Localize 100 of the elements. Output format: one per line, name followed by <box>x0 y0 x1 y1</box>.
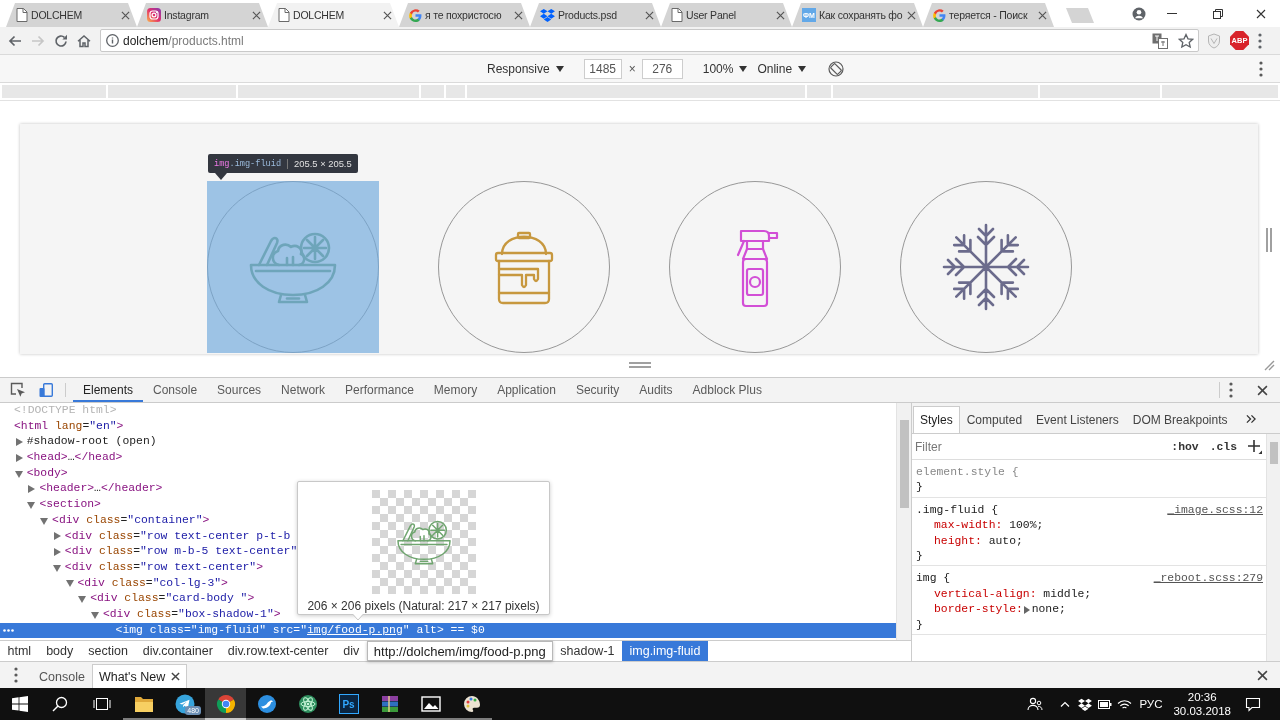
reload-icon[interactable] <box>53 32 69 49</box>
disclosure-triangle-icon[interactable] <box>14 438 23 447</box>
devtools-tab[interactable]: Sources <box>207 378 272 402</box>
height-field[interactable]: 276 <box>641 58 683 79</box>
sidebar-tab[interactable]: DOM Breakpoints <box>1125 406 1235 433</box>
more-options-icon[interactable] <box>14 667 18 683</box>
devtools-tab[interactable]: Adblock Plus <box>682 378 772 402</box>
sidebar-tab[interactable]: Styles <box>913 406 960 433</box>
devtools-tab[interactable]: Security <box>565 378 630 402</box>
resize-handle[interactable] <box>629 362 651 368</box>
devtools-tab[interactable]: Application <box>487 378 566 402</box>
battery-icon[interactable] <box>1098 699 1113 709</box>
disclosure-triangle-icon[interactable] <box>14 453 23 462</box>
avatar-icon[interactable] <box>1132 6 1146 21</box>
translate-icon[interactable] <box>1152 32 1168 49</box>
disclosure-triangle-icon[interactable] <box>14 469 23 478</box>
diamonds-icon[interactable] <box>1078 697 1093 711</box>
dom-node[interactable]: <div class="row text-center p-t-b <box>64 528 291 545</box>
browser-tab[interactable]: Instagram <box>137 3 268 27</box>
scrollbar[interactable] <box>896 403 911 640</box>
sidebar-tab[interactable]: Computed <box>959 406 1030 433</box>
breadcrumb[interactable]: section <box>80 641 136 661</box>
double-chevron-icon[interactable] <box>1246 414 1256 424</box>
home-icon[interactable] <box>76 32 92 49</box>
wifi-icon[interactable] <box>1117 698 1133 710</box>
devices-icon[interactable] <box>39 382 53 398</box>
dom-node[interactable]: <div class="row text-center"> <box>64 559 264 576</box>
devtools-tab[interactable]: Performance <box>335 378 424 402</box>
dom-node[interactable]: <html lang="en"> <box>14 418 124 435</box>
close-icon[interactable] <box>1257 669 1268 681</box>
browser-tab[interactable]: DOLCHEM <box>6 3 137 27</box>
scrollbar[interactable] <box>1266 434 1280 661</box>
disclosure-triangle-icon[interactable] <box>40 516 49 525</box>
drawer-tab[interactable]: Console <box>32 664 92 688</box>
breadcrumb[interactable]: body <box>38 641 81 661</box>
dom-node[interactable]: #shadow-root (open) <box>26 434 157 451</box>
keyboard-language[interactable]: РУС <box>1139 698 1163 710</box>
people-icon[interactable] <box>1027 697 1044 711</box>
dom-node[interactable]: <div class="col-lg-3"> <box>77 575 228 592</box>
breadcrumb[interactable]: div <box>335 641 367 661</box>
disclosure-triangle-icon[interactable] <box>52 532 61 541</box>
filter-field[interactable]: Filter <box>915 439 1172 454</box>
dom-node[interactable]: <div class="row m-b-5 text-center" <box>64 544 298 560</box>
browser-tab[interactable]: User Panel <box>661 3 792 27</box>
devtools-tab[interactable]: Console <box>143 378 208 402</box>
browser-tab[interactable]: Products.psd <box>530 3 661 27</box>
width-field[interactable]: 1485 <box>583 58 622 79</box>
network-dropdown[interactable]: Online <box>757 61 807 76</box>
resize-handle[interactable] <box>1266 228 1272 252</box>
start-icon[interactable] <box>11 696 28 712</box>
dom-node[interactable]: <div class="box-shadow-1"> <box>102 606 281 623</box>
devtools-tab[interactable]: Elements <box>73 378 144 402</box>
toggle-button[interactable]: :hov <box>1171 440 1199 453</box>
more-options-icon[interactable] <box>1259 60 1263 77</box>
devtools-tab[interactable]: Network <box>271 378 336 402</box>
browser-tab[interactable]: DOLCHEM <box>268 3 399 27</box>
expand-triangle-icon[interactable] <box>1023 605 1030 614</box>
plus-icon[interactable] <box>1248 439 1262 454</box>
breadcrumb[interactable]: img.img-fluid <box>622 641 708 661</box>
dom-node[interactable]: <img class="img-fluid" src="img/food-p.png" alt> == $0 <box>115 622 485 639</box>
clock-time[interactable]: 20:36 <box>1187 690 1217 704</box>
dom-node[interactable]: <header>…</header> <box>39 481 163 498</box>
close-icon[interactable] <box>171 672 181 681</box>
star-icon[interactable] <box>1178 32 1194 49</box>
task-view-icon[interactable] <box>93 696 111 712</box>
breadcrumb[interactable]: div.row.text-center <box>220 641 336 661</box>
taskbar-button[interactable]: Ps <box>328 688 369 720</box>
close-icon[interactable] <box>383 10 392 20</box>
devtools-tab[interactable]: Memory <box>423 378 488 402</box>
dom-node[interactable]: <head>…</head> <box>26 450 123 466</box>
scrollbar-thumb[interactable] <box>899 420 909 508</box>
taskbar-button[interactable] <box>205 688 246 720</box>
drawer-tab[interactable]: What's New <box>91 664 188 688</box>
dom-node[interactable]: <body> <box>26 465 68 482</box>
chevron-up-icon[interactable] <box>1060 701 1071 707</box>
restore-icon[interactable] <box>1213 8 1223 19</box>
devtools-tab[interactable]: Audits <box>629 378 683 402</box>
more-options-icon[interactable] <box>1258 32 1262 49</box>
breadcrumb[interactable]: shadow-1 <box>552 641 622 661</box>
source-link[interactable]: _image.scss:12 <box>1167 502 1263 519</box>
inspect-icon[interactable] <box>10 382 26 398</box>
zoom-dropdown[interactable]: 100% <box>702 61 748 76</box>
corner-resize-icon[interactable] <box>1263 359 1275 371</box>
address-bar[interactable]: dolchem/products.html <box>100 29 1199 52</box>
disclosure-triangle-icon[interactable] <box>90 610 99 619</box>
sidebar-tab[interactable]: Event Listeners <box>1029 406 1126 433</box>
toggle-button[interactable]: .cls <box>1209 440 1237 453</box>
search-icon[interactable] <box>52 696 68 712</box>
dom-node[interactable]: <div class="card-body "> <box>90 591 255 607</box>
more-options-icon[interactable] <box>1229 382 1233 398</box>
rotate-icon[interactable] <box>828 60 845 77</box>
dom-node[interactable]: <div class="container"> <box>52 512 210 529</box>
source-link[interactable]: _reboot.scss:279 <box>1153 571 1263 587</box>
disclosure-triangle-icon[interactable] <box>27 500 36 509</box>
disclosure-triangle-icon[interactable] <box>52 563 61 572</box>
browser-tab[interactable]: я те похристосю <box>399 3 530 27</box>
ellipsis-icon[interactable] <box>3 628 14 632</box>
browser-tab[interactable]: теряется - Поиск <box>923 3 1054 27</box>
disclosure-triangle-icon[interactable] <box>52 548 61 557</box>
breadcrumb[interactable]: div.container <box>135 641 221 661</box>
